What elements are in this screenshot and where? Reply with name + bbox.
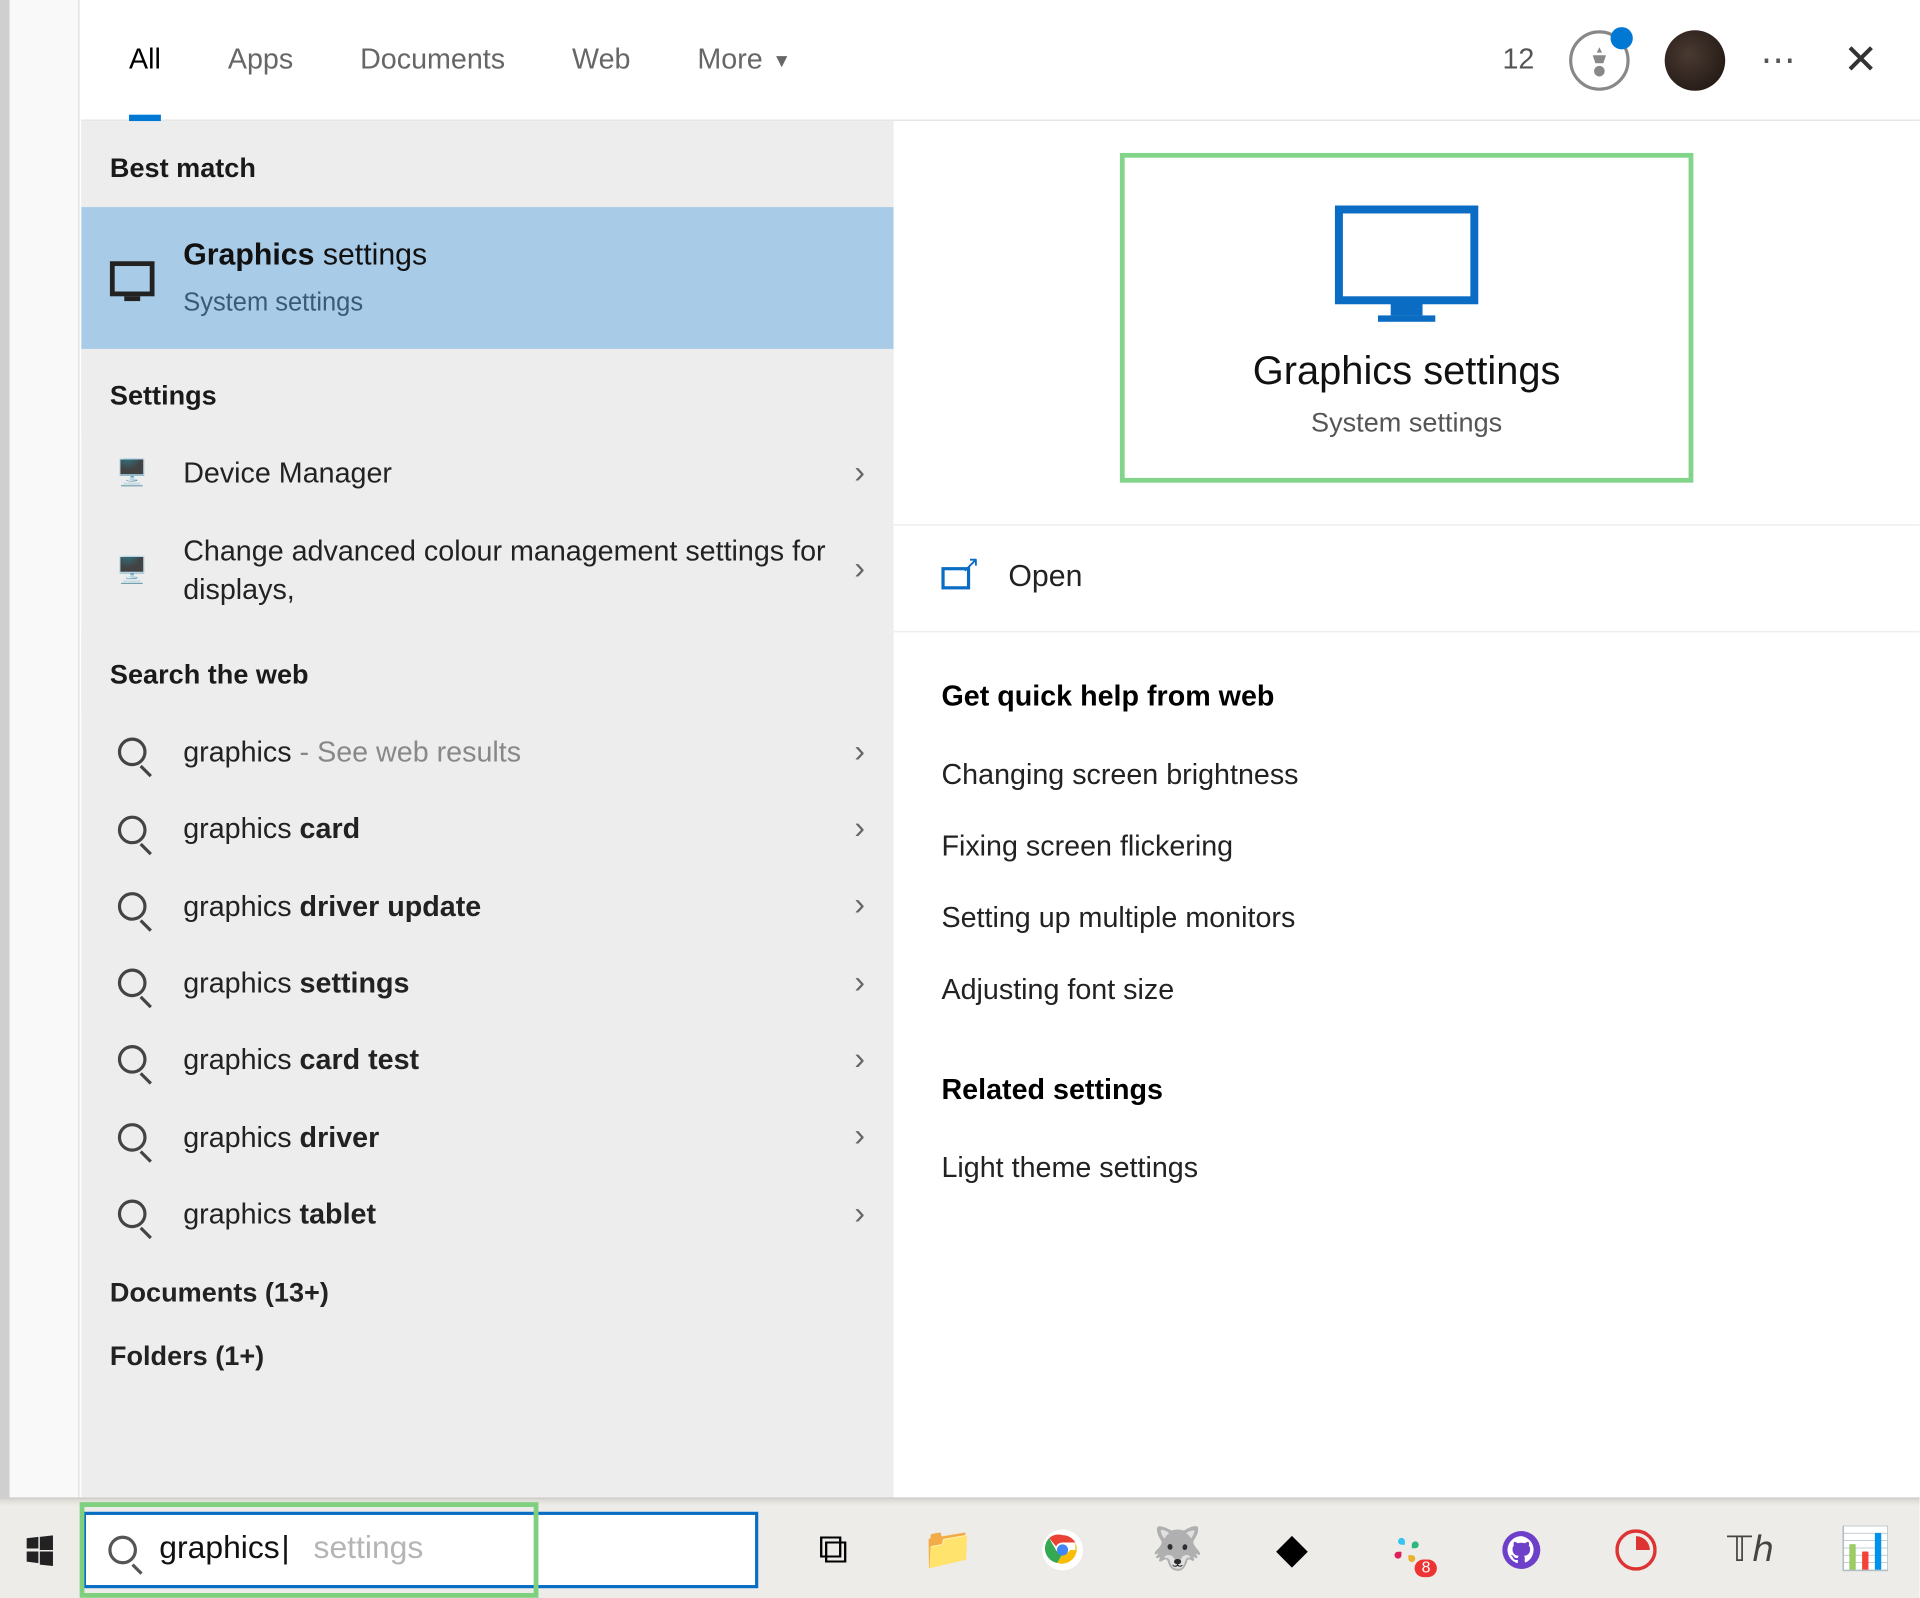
search-ghost-text: settings bbox=[314, 1531, 424, 1568]
help-header: Get quick help from web bbox=[894, 632, 1920, 739]
result-label: Change advanced colour management settin… bbox=[183, 531, 854, 608]
tab-all[interactable]: All bbox=[129, 0, 161, 120]
chevron-right-icon: › bbox=[854, 965, 865, 1002]
taskbar: graphics settings ⧉ 📁 🐺 ◆ 8 𝕋ℎ bbox=[0, 1497, 1920, 1598]
more-options-button[interactable]: ⋯ bbox=[1761, 39, 1799, 80]
tab-more-label: More bbox=[697, 43, 762, 76]
medal-icon bbox=[1584, 44, 1616, 76]
app-red-icon[interactable] bbox=[1612, 1525, 1660, 1573]
web-result-graphics-driver[interactable]: graphics driver › bbox=[81, 1099, 893, 1176]
help-multiple-monitors[interactable]: Setting up multiple monitors bbox=[894, 883, 1920, 955]
chevron-right-icon: › bbox=[854, 888, 865, 925]
badge-count: 8 bbox=[1415, 1559, 1437, 1577]
result-label: graphics card bbox=[183, 810, 854, 849]
help-brightness[interactable]: Changing screen brightness bbox=[894, 739, 1920, 811]
slack-icon[interactable]: 8 bbox=[1383, 1525, 1431, 1573]
detail-title: Graphics settings bbox=[1141, 349, 1673, 395]
detail-pane: Graphics settings System settings Open G… bbox=[894, 121, 1920, 1497]
tab-documents[interactable]: Documents bbox=[360, 0, 505, 120]
result-label: graphics driver update bbox=[183, 887, 854, 926]
search-icon bbox=[110, 1200, 155, 1229]
search-icon bbox=[110, 892, 155, 921]
chevron-right-icon: › bbox=[854, 1042, 865, 1079]
chrome-icon[interactable] bbox=[1039, 1525, 1087, 1573]
detail-hero: Graphics settings System settings bbox=[1120, 153, 1693, 483]
notification-dot-icon bbox=[1611, 26, 1633, 48]
open-external-icon bbox=[941, 567, 970, 589]
chevron-right-icon: › bbox=[854, 811, 865, 848]
section-documents[interactable]: Documents (13+) bbox=[81, 1252, 893, 1335]
result-label: graphics driver bbox=[183, 1118, 854, 1157]
file-explorer-icon[interactable]: 📁 bbox=[924, 1525, 972, 1573]
chevron-right-icon: › bbox=[854, 455, 865, 492]
result-label: Device Manager bbox=[183, 454, 854, 493]
results-list: Best match Graphics settings System sett… bbox=[81, 121, 893, 1497]
search-icon bbox=[110, 815, 155, 844]
device-manager-icon: 🖥️ bbox=[110, 458, 155, 490]
taskbar-search-input[interactable]: graphics settings bbox=[83, 1511, 758, 1587]
display-colour-icon: 🖥️ bbox=[110, 554, 155, 586]
monitor-icon bbox=[110, 261, 155, 296]
web-result-graphics-settings[interactable]: graphics settings › bbox=[81, 945, 893, 1022]
search-icon bbox=[108, 1535, 137, 1564]
search-icon bbox=[110, 1046, 155, 1075]
related-light-theme[interactable]: Light theme settings bbox=[894, 1133, 1920, 1205]
taskview-icon[interactable]: ⧉ bbox=[809, 1525, 857, 1573]
result-label: graphics card test bbox=[183, 1041, 854, 1080]
app-chart-icon[interactable]: 📊 bbox=[1842, 1525, 1890, 1573]
search-tabs: All Apps Documents Web More ▼ 12 ⋯ ✕ bbox=[81, 0, 1919, 121]
section-folders[interactable]: Folders (1+) bbox=[81, 1335, 893, 1399]
best-match-title: Graphics settings bbox=[183, 236, 865, 277]
chevron-right-icon: › bbox=[854, 1196, 865, 1233]
related-header: Related settings bbox=[894, 1026, 1920, 1133]
chevron-right-icon: › bbox=[854, 1119, 865, 1156]
web-result-graphics-driver-update[interactable]: graphics driver update › bbox=[81, 868, 893, 945]
gimp-icon[interactable]: 🐺 bbox=[1153, 1525, 1201, 1573]
search-icon bbox=[110, 1123, 155, 1152]
tab-web[interactable]: Web bbox=[572, 0, 630, 120]
taskbar-search-wrap: graphics settings bbox=[83, 1511, 758, 1587]
web-result-graphics-card-test[interactable]: graphics card test › bbox=[81, 1022, 893, 1099]
web-result-graphics-card[interactable]: graphics card › bbox=[81, 791, 893, 868]
tab-more[interactable]: More ▼ bbox=[697, 0, 791, 120]
best-match-subtitle: System settings bbox=[183, 286, 865, 320]
taskbar-icons: ⧉ 📁 🐺 ◆ 8 𝕋ℎ 📊 bbox=[809, 1525, 1889, 1573]
result-label: graphics - See web results bbox=[183, 733, 854, 772]
search-typed-text: graphics bbox=[159, 1531, 291, 1568]
inkscape-icon[interactable]: ◆ bbox=[1268, 1525, 1316, 1573]
web-result-graphics-tablet[interactable]: graphics tablet › bbox=[81, 1175, 893, 1252]
help-font-size[interactable]: Adjusting font size bbox=[894, 954, 1920, 1026]
section-settings: Settings bbox=[81, 349, 893, 435]
result-device-manager[interactable]: 🖥️ Device Manager › bbox=[81, 435, 893, 512]
github-desktop-icon[interactable] bbox=[1497, 1525, 1545, 1573]
search-icon bbox=[110, 969, 155, 998]
window-left-gutter bbox=[0, 0, 80, 1497]
result-colour-management[interactable]: 🖥️ Change advanced colour management set… bbox=[81, 512, 893, 628]
rewards-count: 12 bbox=[1502, 43, 1534, 76]
search-panel: All Apps Documents Web More ▼ 12 ⋯ ✕ Best… bbox=[81, 0, 1919, 1497]
chevron-right-icon: › bbox=[854, 734, 865, 771]
app-typography-icon[interactable]: 𝕋ℎ bbox=[1727, 1525, 1775, 1573]
user-avatar[interactable] bbox=[1665, 29, 1726, 90]
chevron-down-icon: ▼ bbox=[772, 49, 791, 71]
web-result-graphics[interactable]: graphics - See web results › bbox=[81, 714, 893, 791]
open-action[interactable]: Open bbox=[894, 524, 1920, 632]
detail-subtitle: System settings bbox=[1141, 408, 1673, 440]
section-search-web: Search the web bbox=[81, 628, 893, 714]
windows-icon bbox=[22, 1532, 57, 1567]
close-button[interactable]: ✕ bbox=[1834, 35, 1888, 84]
rewards-medal-button[interactable] bbox=[1569, 29, 1630, 90]
start-button[interactable] bbox=[0, 1498, 80, 1598]
chevron-right-icon: › bbox=[854, 552, 865, 589]
open-label: Open bbox=[1008, 561, 1082, 596]
section-best-match: Best match bbox=[81, 121, 893, 207]
tab-apps[interactable]: Apps bbox=[228, 0, 293, 120]
result-label: graphics tablet bbox=[183, 1195, 854, 1234]
help-flickering[interactable]: Fixing screen flickering bbox=[894, 811, 1920, 883]
search-icon bbox=[110, 738, 155, 767]
result-label: graphics settings bbox=[183, 964, 854, 1003]
result-best-match[interactable]: Graphics settings System settings bbox=[81, 207, 893, 349]
monitor-large-icon bbox=[1335, 205, 1478, 304]
